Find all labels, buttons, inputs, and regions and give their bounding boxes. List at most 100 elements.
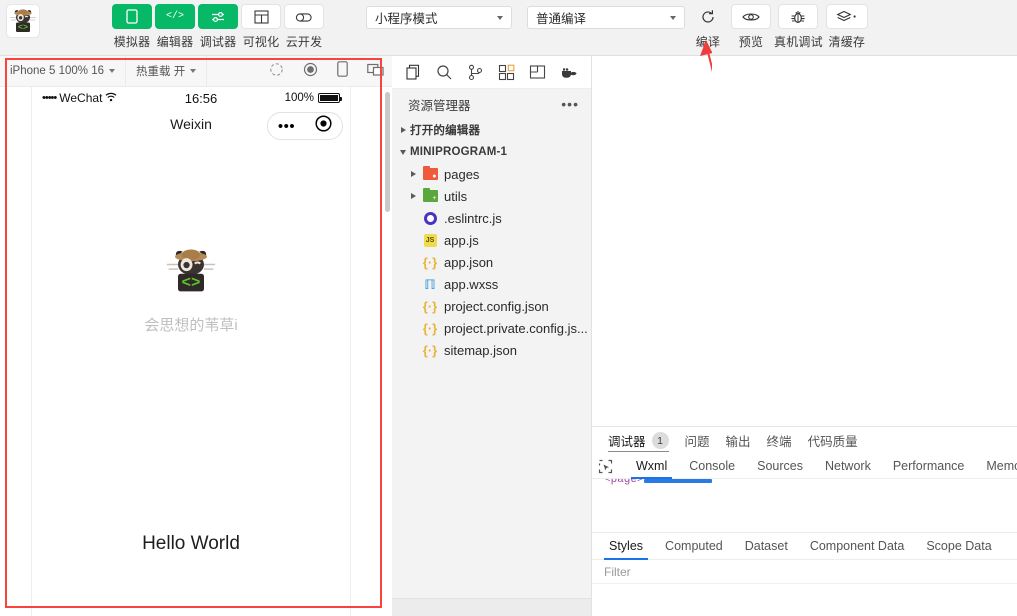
devtools-panel-sources[interactable]: Sources	[746, 454, 814, 479]
file-tree-item-app-js[interactable]: JS app.js	[392, 229, 591, 251]
sliders-icon	[198, 4, 238, 29]
file-tree-item-app-json[interactable]: {·} app.json	[392, 251, 591, 273]
file-tree-item-app-wxss[interactable]: ℿ app.wxss	[392, 273, 591, 295]
toolbar-action-clear-cache[interactable]: 清缓存	[825, 4, 868, 50]
file-tree-item-utils[interactable]: + utils	[392, 185, 591, 207]
file-tree-item-eslintrc[interactable]: .eslintrc.js	[392, 207, 591, 229]
editor-area[interactable]	[592, 56, 1017, 426]
devtools-panel-console[interactable]: Console	[678, 454, 746, 479]
devtools-panel-wxml[interactable]: Wxml	[625, 454, 678, 479]
compile-mode-select[interactable]: 普通编译	[527, 6, 685, 29]
section-label: 打开的编辑器	[410, 125, 481, 137]
explorer-title: 资源管理器	[408, 98, 471, 113]
chevron-right-icon	[406, 193, 420, 199]
styles-tab-scope-data[interactable]: Scope Data	[915, 533, 1002, 560]
phone-status-bar: ••••• WeChat 16:56 100%	[32, 87, 350, 109]
ellipsis-icon[interactable]: •••	[278, 119, 295, 134]
dom-node-page[interactable]: <page>	[604, 479, 644, 486]
explorer-title-bar: 资源管理器 •••	[392, 89, 591, 119]
file-tree: ● pages + utils .eslintrc.js JS app.js {…	[392, 163, 591, 361]
layout-icon	[241, 4, 281, 29]
element-picker-icon[interactable]	[598, 459, 613, 474]
file-tree-item-project-private-config[interactable]: {·} project.private.config.js...	[392, 317, 591, 339]
devtools-tab-bar: 调试器 1 问题 输出 终端 代码质量	[592, 427, 1017, 454]
hot-reload-select[interactable]: 热重载 开	[126, 55, 208, 87]
chevron-right-icon	[396, 127, 410, 133]
toolbar-button-visual[interactable]: 可视化	[241, 4, 281, 50]
devtools-tab-output[interactable]: 输出	[726, 427, 751, 454]
file-tree-item-sitemap-json[interactable]: {·} sitemap.json	[392, 339, 591, 361]
mode-select[interactable]: 小程序模式	[366, 6, 512, 29]
devtools-tab-code-quality[interactable]: 代码质量	[808, 427, 858, 454]
simulator-scrollbar[interactable]	[385, 92, 390, 212]
styles-tab-component-data[interactable]: Component Data	[799, 533, 916, 560]
simulator-device-screen: ••••• WeChat 16:56 100% Weixin ••• <> 会思…	[31, 87, 351, 616]
simulator-panel: iPhone 5 100% 16 热重载 开 ••••• WeChat 16:5…	[0, 55, 392, 616]
file-explorer-panel: 资源管理器 ••• 打开的编辑器 MINIPROGRAM-1 ● pages +…	[392, 56, 592, 616]
file-name: project.config.json	[444, 298, 549, 314]
multi-screen-icon[interactable]	[367, 62, 384, 82]
device-select-value: iPhone 5 100% 16	[10, 65, 104, 77]
toolbar-button-label: 调试器	[199, 35, 237, 49]
styles-tab-computed[interactable]: Computed	[654, 533, 734, 560]
devtools-tab-terminal[interactable]: 终端	[767, 427, 792, 454]
extensions-icon[interactable]	[491, 57, 522, 88]
file-tree-item-project-config[interactable]: {·} project.config.json	[392, 295, 591, 317]
file-name: app.wxss	[444, 276, 499, 292]
ellipsis-icon[interactable]: •••	[561, 97, 579, 111]
files-icon[interactable]	[398, 57, 429, 88]
app-avatar-icon[interactable]: <>	[6, 4, 40, 38]
json-icon: {·}	[422, 298, 438, 314]
toolbar-panel-buttons: 模拟器 </> 编辑器 调试器 可视化 云开发	[112, 4, 327, 50]
devtools-tab-problems[interactable]: 问题	[685, 427, 710, 454]
target-icon[interactable]	[315, 115, 332, 137]
toolbar-action-buttons: 编译 预览 真机调试 清缓存	[688, 4, 871, 50]
file-tree-item-pages[interactable]: ● pages	[392, 163, 591, 185]
eslint-icon	[420, 211, 440, 225]
toolbar-action-label: 真机调试	[774, 35, 823, 49]
chevron-right-icon	[406, 171, 420, 177]
toolbar-action-label: 清缓存	[828, 35, 866, 49]
toolbar-button-debugger[interactable]: 调试器	[198, 4, 238, 50]
record-icon[interactable]	[303, 62, 318, 82]
source-control-icon[interactable]	[460, 57, 491, 88]
toolbar-button-cloud[interactable]: 云开发	[284, 4, 324, 50]
wechat-capsule[interactable]: •••	[267, 112, 343, 140]
refresh-icon	[688, 4, 728, 29]
toolbar-button-label: 编辑器	[156, 35, 194, 49]
battery-icon	[318, 93, 342, 103]
explorer-collapsed-section[interactable]	[392, 598, 591, 616]
devtools-panel-performance[interactable]: Performance	[882, 454, 976, 479]
explorer-section-miniprogram[interactable]: MINIPROGRAM-1	[392, 141, 591, 163]
wxml-tree-body[interactable]	[592, 493, 1017, 533]
mode-select-value: 小程序模式	[375, 12, 438, 26]
device-select[interactable]: iPhone 5 100% 16	[0, 55, 126, 87]
wechat-devtools-window: <> 模拟器 </> 编辑器 调试器 可视化 云开发 小程序模式 普通编译 编译…	[0, 0, 1017, 616]
refresh-icon[interactable]	[269, 62, 284, 82]
signal-dots-icon: •••••	[42, 92, 57, 104]
explorer-section-open-editors[interactable]: 打开的编辑器	[392, 119, 591, 141]
toolbar-action-compile[interactable]: 编译	[688, 4, 728, 50]
bug-icon	[778, 4, 819, 29]
styles-tab-dataset[interactable]: Dataset	[734, 533, 799, 560]
search-icon[interactable]	[429, 57, 460, 88]
activity-bar	[392, 56, 591, 89]
svg-text:<>: <>	[182, 274, 201, 292]
devtools-panel-memory[interactable]: Memo	[975, 454, 1017, 479]
docker-icon[interactable]	[553, 57, 584, 88]
svg-text:<>: <>	[18, 23, 28, 33]
layout-split-icon[interactable]	[522, 57, 553, 88]
battery-percent: 100%	[284, 92, 314, 104]
styles-filter-input[interactable]: Filter	[592, 560, 1017, 584]
chevron-down-icon	[497, 16, 503, 20]
devtools-tab-debugger[interactable]: 调试器 1	[608, 427, 669, 454]
json-icon: {·}	[422, 254, 438, 270]
toolbar-action-real-device-debug[interactable]: 真机调试	[774, 4, 823, 50]
devtools-panel-network[interactable]: Network	[814, 454, 882, 479]
wxml-dom-tree[interactable]: <page>	[592, 479, 1017, 493]
styles-tab-styles[interactable]: Styles	[598, 533, 654, 560]
toolbar-action-preview[interactable]: 预览	[731, 4, 771, 50]
toolbar-button-simulator[interactable]: 模拟器	[112, 4, 152, 50]
phone-icon[interactable]	[337, 61, 348, 82]
toolbar-button-editor[interactable]: </> 编辑器	[155, 4, 195, 50]
